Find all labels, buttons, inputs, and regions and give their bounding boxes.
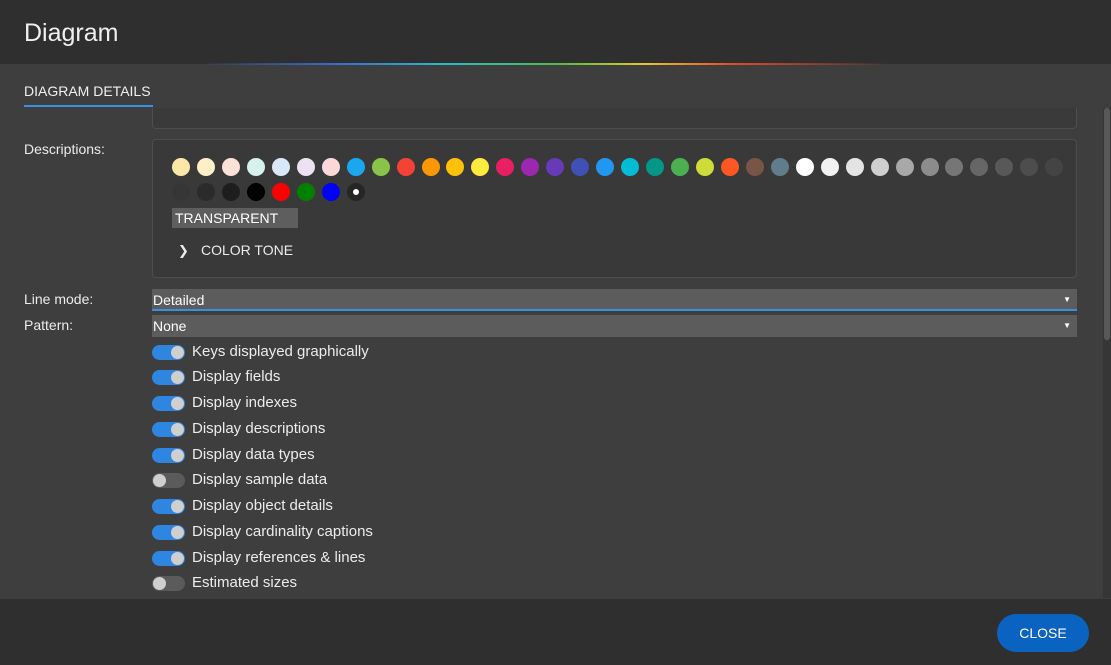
title-bar: Diagram xyxy=(0,0,1111,65)
color-swatch[interactable] xyxy=(646,158,665,176)
toggle-switch[interactable] xyxy=(152,499,185,514)
color-swatch[interactable] xyxy=(396,158,415,176)
color-swatch[interactable] xyxy=(820,158,839,176)
toggle-label: Keys displayed graphically xyxy=(192,343,369,360)
color-swatch[interactable] xyxy=(196,158,215,176)
tab-active-indicator xyxy=(24,105,153,107)
color-swatch[interactable] xyxy=(745,158,764,176)
color-swatch[interactable] xyxy=(920,158,939,176)
toggle-knob xyxy=(171,371,184,384)
color-swatch[interactable] xyxy=(895,158,914,176)
toggle-switch[interactable] xyxy=(152,345,185,360)
color-swatch[interactable] xyxy=(371,158,390,176)
toggle-label: Display data types xyxy=(192,446,315,463)
color-swatch[interactable] xyxy=(870,158,889,176)
toggle-label: Display indexes xyxy=(192,394,298,411)
toggle-label: Display fields xyxy=(192,368,281,385)
color-swatch[interactable] xyxy=(321,183,340,201)
scrollbar[interactable] xyxy=(1103,108,1111,598)
color-swatch[interactable] xyxy=(346,158,365,176)
color-swatch[interactable] xyxy=(695,158,714,176)
toggle-switch[interactable] xyxy=(152,576,185,591)
toggle-knob xyxy=(171,552,184,565)
line-mode-select[interactable]: Detailed ▼ xyxy=(152,289,1077,311)
tab-diagram-details[interactable]: DIAGRAM DETAILS xyxy=(24,83,151,99)
color-swatch[interactable] xyxy=(172,158,190,176)
toggle-switch[interactable] xyxy=(152,525,185,540)
chevron-right-icon: ❯ xyxy=(178,243,189,258)
color-swatch[interactable] xyxy=(271,158,290,176)
previous-color-panel xyxy=(152,108,1077,129)
toggle-label: Display descriptions xyxy=(192,420,326,437)
toggle-switch[interactable] xyxy=(152,551,185,566)
color-swatch[interactable] xyxy=(246,183,265,201)
toggle-switch[interactable] xyxy=(152,448,185,463)
pattern-value: None xyxy=(153,318,187,334)
toggle-knob xyxy=(171,397,184,410)
toggle-switch[interactable] xyxy=(152,422,185,437)
toggle-knob xyxy=(171,346,184,359)
color-swatch[interactable] xyxy=(720,158,739,176)
toggle-knob xyxy=(171,526,184,539)
toggle-label: Display object details xyxy=(192,497,333,514)
toggle-switch[interactable] xyxy=(152,473,185,488)
title-accent-line xyxy=(0,63,1111,65)
pattern-select[interactable]: None ▼ xyxy=(152,315,1077,337)
color-swatch[interactable] xyxy=(221,183,240,201)
color-swatch[interactable] xyxy=(172,183,190,201)
toggle-switch[interactable] xyxy=(152,396,185,411)
toggle-label: Display sample data xyxy=(192,471,328,488)
color-swatch[interactable] xyxy=(246,158,265,176)
toggle-knob xyxy=(171,500,184,513)
scrollbar-thumb[interactable] xyxy=(1104,108,1110,340)
color-swatch[interactable] xyxy=(296,158,315,176)
window-title: Diagram xyxy=(24,19,119,47)
color-swatch[interactable] xyxy=(196,183,215,201)
toggle-knob xyxy=(171,423,184,436)
color-swatch[interactable] xyxy=(845,158,864,176)
line-mode-value: Detailed xyxy=(153,292,205,308)
toggle-label: Display cardinality captions xyxy=(192,523,373,540)
line-mode-label: Line mode: xyxy=(24,291,94,307)
color-tone-toggle[interactable]: ❯ COLOR TONE xyxy=(178,242,293,259)
color-swatch[interactable] xyxy=(296,183,315,201)
color-swatch[interactable] xyxy=(321,158,340,176)
color-swatch[interactable] xyxy=(795,158,814,176)
descriptions-label: Descriptions: xyxy=(24,141,105,157)
color-swatch[interactable] xyxy=(221,158,240,176)
dropdown-arrow-icon: ▼ xyxy=(1063,295,1071,304)
color-swatch[interactable] xyxy=(346,183,365,201)
dropdown-arrow-icon: ▼ xyxy=(1063,321,1071,330)
color-swatch[interactable] xyxy=(671,158,689,176)
color-swatch[interactable] xyxy=(770,158,789,176)
color-swatch[interactable] xyxy=(621,158,640,176)
close-button[interactable]: CLOSE xyxy=(997,614,1089,652)
toggle-knob xyxy=(153,474,166,487)
toggle-label: Estimated sizes xyxy=(192,574,298,591)
color-swatch[interactable] xyxy=(421,158,440,176)
pattern-label: Pattern: xyxy=(24,317,74,333)
dialog-footer xyxy=(0,599,1111,665)
transparent-button[interactable]: TRANSPARENT xyxy=(172,208,298,228)
toggle-switch[interactable] xyxy=(152,370,185,385)
color-tone-label: COLOR TONE xyxy=(201,242,294,258)
toggle-knob xyxy=(171,449,184,462)
toggle-knob xyxy=(153,577,166,590)
toggle-label: Display references & lines xyxy=(192,549,366,566)
color-swatch[interactable] xyxy=(271,183,290,201)
